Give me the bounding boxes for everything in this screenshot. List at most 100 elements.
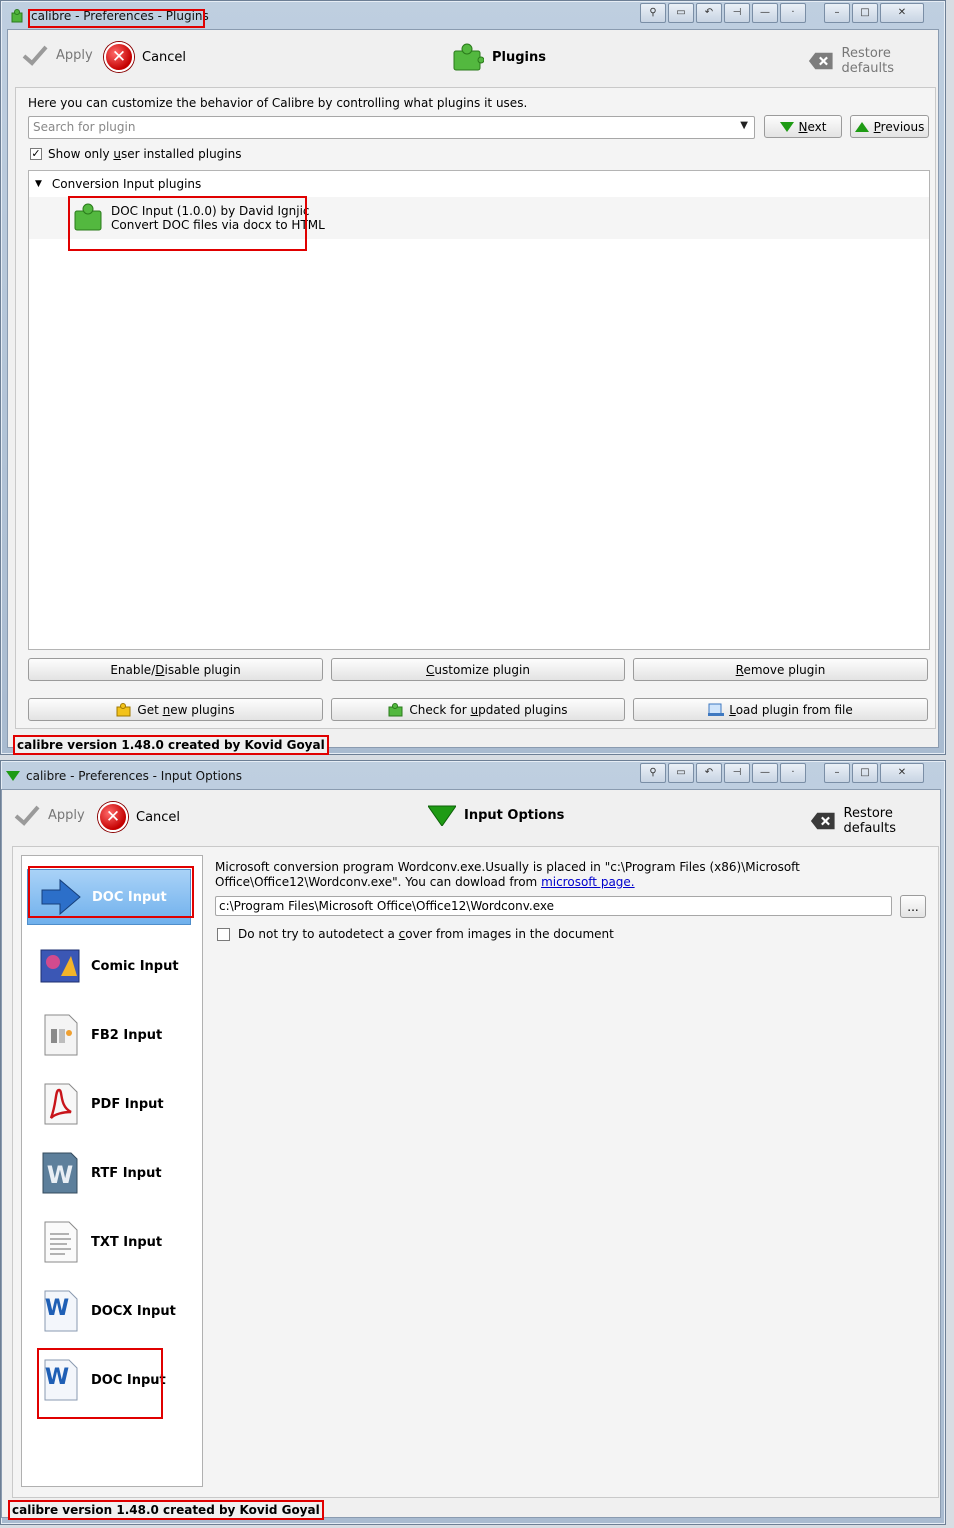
tree-row-doc-input[interactable]: DOC Input (1.0.0) by David Ignjic Conver… bbox=[29, 197, 929, 239]
title-highlight-box bbox=[28, 9, 205, 28]
wordconv-info-text: Microsoft conversion program Wordconv.ex… bbox=[215, 860, 800, 889]
window-list-icon[interactable]: ▭ bbox=[668, 763, 694, 783]
clear-left-icon bbox=[808, 52, 833, 70]
plugin-tree[interactable]: ▼ Conversion Input plugins DOC Input (1.… bbox=[28, 170, 930, 650]
rtf-word-icon: W bbox=[42, 1152, 78, 1194]
title-tools: ⚲ ▭ ↶ ⊣ — · – □ ✕ bbox=[640, 763, 924, 783]
maximize-icon[interactable]: □ bbox=[852, 763, 878, 783]
microsoft-page-link[interactable]: microsoft page. bbox=[541, 875, 635, 889]
minimize-icon[interactable]: – bbox=[824, 763, 850, 783]
sidebar-item-txt-input[interactable]: TXT Input bbox=[27, 1214, 191, 1270]
window-title: calibre - Preferences - Input Options bbox=[26, 769, 242, 783]
pdf-icon bbox=[44, 1083, 78, 1125]
previous-button[interactable]: Previous bbox=[850, 115, 929, 138]
sidebar-item-comic-input[interactable]: Comic Input bbox=[27, 938, 191, 994]
plugin-search-input[interactable] bbox=[29, 117, 690, 137]
pin-icon[interactable]: ⚲ bbox=[640, 3, 666, 23]
no-autodetect-cover-checkbox[interactable]: Do not try to autodetect a cover from im… bbox=[217, 927, 614, 941]
apply-button[interactable]: Apply bbox=[14, 804, 85, 826]
status-version-text: calibre version 1.48.0 created by Kovid … bbox=[13, 735, 329, 755]
check-icon bbox=[22, 45, 48, 66]
plugins-description: Here you can customize the behavior of C… bbox=[28, 96, 528, 110]
svg-text:W: W bbox=[45, 1296, 69, 1321]
docx-word-icon: W bbox=[44, 1290, 78, 1332]
comic-icon bbox=[40, 949, 80, 983]
input-arrow-icon bbox=[6, 771, 20, 781]
plugin-update-icon bbox=[388, 702, 403, 716]
undo-icon[interactable]: ↶ bbox=[696, 763, 722, 783]
apply-button[interactable]: Apply bbox=[22, 44, 93, 66]
triangle-down-icon bbox=[779, 121, 794, 132]
page-heading: Plugins bbox=[452, 42, 546, 72]
rollup-icon[interactable]: — bbox=[752, 763, 778, 783]
status-version-text: calibre version 1.48.0 created by Kovid … bbox=[8, 1500, 324, 1520]
triangle-up-icon bbox=[854, 121, 869, 132]
preferences-toolbar: Apply ✕ Cancel Plugins Restore defaults bbox=[8, 30, 938, 86]
show-user-plugins-checkbox[interactable]: ✓ Show only user installed plugins bbox=[30, 147, 241, 161]
plugins-window: calibre - Preferences - Plugins ⚲ ▭ ↶ ⊣ … bbox=[0, 0, 946, 755]
browse-button[interactable]: ... bbox=[900, 895, 926, 918]
fb2-document-icon bbox=[44, 1014, 78, 1056]
load-file-icon bbox=[708, 703, 725, 716]
sidebar-item-doc-input-selected[interactable]: DOC Input bbox=[27, 869, 191, 925]
close-icon[interactable]: ✕ bbox=[880, 3, 924, 23]
close-icon[interactable]: ✕ bbox=[880, 763, 924, 783]
plugin-search-combo[interactable]: ▼ bbox=[28, 116, 755, 139]
cancel-icon: ✕ bbox=[98, 802, 128, 832]
page-heading: Input Options bbox=[428, 804, 564, 826]
sidebar-item-docx-input[interactable]: W DOCX Input bbox=[27, 1283, 191, 1339]
checkbox-box[interactable] bbox=[217, 927, 230, 941]
plugin-puzzle-icon bbox=[453, 43, 484, 71]
rollup-icon[interactable]: — bbox=[752, 3, 778, 23]
input-options-window: calibre - Preferences - Input Options ⚲ … bbox=[0, 760, 946, 1525]
enable-disable-plugin-button[interactable]: Enable/Disable plugin bbox=[28, 658, 323, 681]
sidebar-item-doc-input[interactable]: W DOC Input bbox=[27, 1352, 191, 1408]
title-bar[interactable]: calibre - Preferences - Input Options ⚲ … bbox=[1, 761, 945, 789]
wordconv-path-field[interactable] bbox=[215, 896, 892, 916]
sidebar-item-rtf-input[interactable]: W RTF Input bbox=[27, 1145, 191, 1201]
check-updated-plugins-button[interactable]: Check for updated plugins bbox=[331, 698, 625, 721]
preferences-body: Apply ✕ Cancel Input Options Restore def… bbox=[1, 789, 941, 1520]
cancel-button[interactable]: ✕ Cancel bbox=[98, 802, 180, 832]
customize-plugin-button[interactable]: Customize plugin bbox=[331, 658, 625, 681]
preferences-toolbar: Apply ✕ Cancel Input Options Restore def… bbox=[2, 790, 940, 846]
load-plugin-from-file-button[interactable]: Load plugin from file bbox=[633, 698, 928, 721]
expand-arrow-icon[interactable]: ▼ bbox=[35, 179, 42, 189]
pin-icon[interactable]: ⚲ bbox=[640, 763, 666, 783]
tree-group-conversion-input[interactable]: ▼ Conversion Input plugins bbox=[35, 177, 201, 191]
window-list-icon[interactable]: ▭ bbox=[668, 3, 694, 23]
dot-icon[interactable]: · bbox=[780, 763, 806, 783]
title-bar[interactable]: calibre - Preferences - Plugins ⚲ ▭ ↶ ⊣ … bbox=[1, 1, 945, 29]
doc-word-icon: W bbox=[44, 1359, 78, 1401]
get-new-plugins-button[interactable]: Get new plugins bbox=[28, 698, 323, 721]
dot-icon[interactable]: · bbox=[780, 3, 806, 23]
wordconv-path-input[interactable] bbox=[216, 897, 870, 915]
input-options-panel: DOC Input Comic Input FB2 Input PDF Inpu… bbox=[12, 846, 939, 1498]
restore-defaults-button[interactable]: Restore defaults bbox=[808, 46, 938, 76]
checkmark-icon[interactable]: ✓ bbox=[30, 148, 42, 160]
tack-icon[interactable]: ⊣ bbox=[724, 763, 750, 783]
calibre-plugin-icon bbox=[11, 9, 23, 23]
restore-defaults-button[interactable]: Restore defaults bbox=[810, 806, 940, 836]
remove-plugin-button[interactable]: Remove plugin bbox=[633, 658, 928, 681]
arrow-right-icon bbox=[41, 878, 81, 916]
sidebar-item-fb2-input[interactable]: FB2 Input bbox=[27, 1007, 191, 1063]
sidebar-item-pdf-input[interactable]: PDF Input bbox=[27, 1076, 191, 1132]
preferences-body: Apply ✕ Cancel Plugins Restore defaults … bbox=[7, 29, 939, 755]
undo-icon[interactable]: ↶ bbox=[696, 3, 722, 23]
txt-document-icon bbox=[44, 1221, 78, 1263]
input-format-sidebar[interactable]: DOC Input Comic Input FB2 Input PDF Inpu… bbox=[21, 855, 203, 1487]
next-button[interactable]: Next bbox=[764, 115, 842, 138]
maximize-icon[interactable]: □ bbox=[852, 3, 878, 23]
plugins-panel: Here you can customize the behavior of C… bbox=[15, 87, 936, 729]
plugin-puzzle-icon bbox=[74, 203, 102, 231]
plugin-gold-icon bbox=[116, 702, 131, 716]
tack-icon[interactable]: ⊣ bbox=[724, 3, 750, 23]
svg-text:W: W bbox=[47, 1161, 73, 1189]
clear-left-icon bbox=[810, 812, 835, 830]
chevron-down-icon[interactable]: ▼ bbox=[740, 120, 748, 131]
check-icon bbox=[14, 805, 40, 826]
minimize-icon[interactable]: – bbox=[824, 3, 850, 23]
plugin-entry-text: DOC Input (1.0.0) by David Ignjic Conver… bbox=[111, 204, 325, 232]
cancel-button[interactable]: ✕ Cancel bbox=[104, 42, 186, 72]
